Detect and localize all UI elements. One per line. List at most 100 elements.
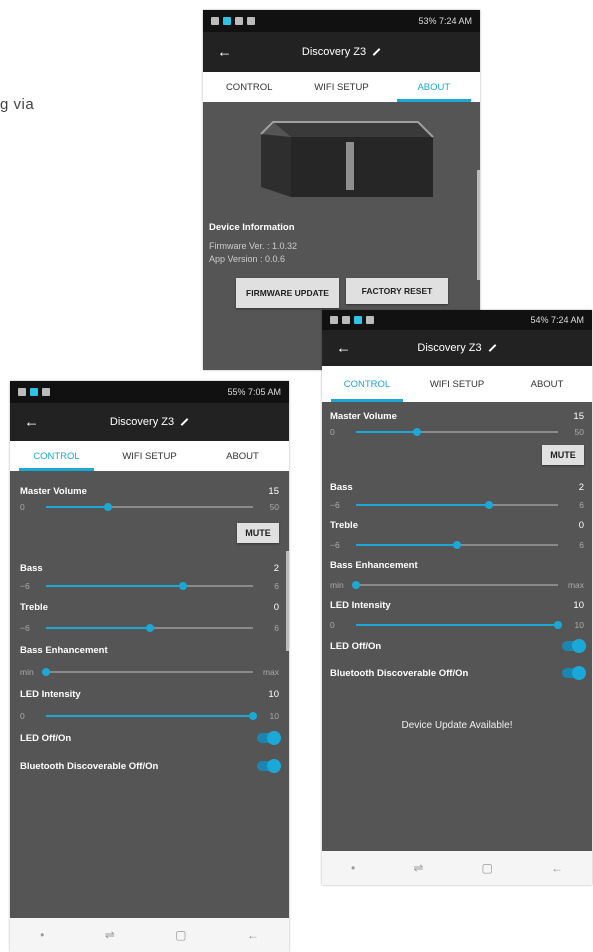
bt-toggle-label: Bluetooth Discoverable Off/On xyxy=(20,760,159,772)
factory-reset-button[interactable]: FACTORY RESET xyxy=(346,278,448,304)
led-intensity-label: LED Intensity xyxy=(20,688,81,700)
treble-value: 0 xyxy=(273,601,279,613)
tab-wifi-setup[interactable]: WIFI SETUP xyxy=(295,72,387,102)
recents-icon[interactable]: ⇌ xyxy=(105,928,115,942)
firmware-update-button[interactable]: FIRMWARE UPDATE xyxy=(236,278,339,308)
slider-thumb[interactable] xyxy=(42,668,50,676)
battery-time: 54% 7:24 AM xyxy=(530,315,584,325)
treble-slider[interactable]: −6 6 xyxy=(20,621,279,635)
treble-label: Treble xyxy=(20,601,48,613)
bluetooth-toggle[interactable] xyxy=(257,759,281,773)
slider-thumb[interactable] xyxy=(178,582,187,590)
arrow-left-icon[interactable]: ← xyxy=(24,414,39,431)
background-caption: g via xyxy=(0,96,35,113)
treble-label: Treble xyxy=(330,519,358,531)
led-toggle-label: LED Off/On xyxy=(20,732,72,744)
tab-bar: CONTROL WIFI SETUP ABOUT xyxy=(322,366,592,402)
tab-about[interactable]: ABOUT xyxy=(502,366,592,402)
bass-label: Bass xyxy=(330,481,353,493)
bass-enhancement-label: Bass Enhancement xyxy=(330,559,418,571)
bt-toggle-label: Bluetooth Discoverable Off/On xyxy=(330,667,469,679)
notification-icon xyxy=(366,316,374,324)
status-bar: 54% 7:24 AM xyxy=(322,310,592,330)
treble-slider[interactable]: −6 6 xyxy=(330,538,584,552)
update-notice[interactable]: Device Update Available! xyxy=(330,720,584,731)
tab-control[interactable]: CONTROL xyxy=(10,441,103,471)
slider-thumb[interactable] xyxy=(412,428,421,436)
control-panel: Master Volume 15 0 50 MUTE Bass 2 −6 6 Tre… xyxy=(10,471,289,779)
slider-thumb[interactable] xyxy=(453,541,461,549)
bass-enhancement-slider[interactable]: min max xyxy=(330,578,584,592)
dot-icon[interactable]: • xyxy=(351,861,355,875)
app-bar: ← Discovery Z3 xyxy=(322,330,592,366)
notification-icon xyxy=(211,17,219,25)
arrow-left-icon[interactable]: ← xyxy=(336,340,351,357)
battery-time: 53% 7:24 AM xyxy=(418,16,472,26)
slider-thumb[interactable] xyxy=(485,501,494,509)
bass-enhancement-slider[interactable]: min max xyxy=(20,665,279,679)
phone-control-left: 55% 7:05 AM ← Discovery Z3 CONTROL WIFI … xyxy=(10,381,289,952)
recents-icon[interactable]: ⇌ xyxy=(413,861,423,875)
back-icon[interactable]: ← xyxy=(551,861,563,875)
slider-thumb[interactable] xyxy=(352,581,360,589)
slider-thumb[interactable] xyxy=(249,712,257,720)
treble-value: 0 xyxy=(578,519,584,531)
dot-icon[interactable]: • xyxy=(40,928,44,942)
mute-button[interactable]: MUTE xyxy=(237,523,279,543)
tab-bar: CONTROL WIFI SETUP ABOUT xyxy=(10,441,289,471)
led-intensity-slider[interactable]: 0 10 xyxy=(330,618,584,632)
tab-control[interactable]: CONTROL xyxy=(203,72,295,102)
led-toggle[interactable] xyxy=(257,731,281,745)
notification-icon xyxy=(235,17,243,25)
slider-thumb[interactable] xyxy=(104,503,113,511)
led-toggle[interactable] xyxy=(562,639,586,653)
pencil-icon[interactable] xyxy=(488,344,496,352)
battery-time: 55% 7:05 AM xyxy=(227,387,281,397)
app-version: App Version : 0.0.6 xyxy=(209,254,286,264)
app-bar: ← Discovery Z3 xyxy=(10,403,289,441)
home-icon[interactable]: ▢ xyxy=(175,928,186,942)
status-bar: 53% 7:24 AM xyxy=(203,10,480,32)
scrollbar[interactable] xyxy=(286,551,289,651)
pencil-icon[interactable] xyxy=(372,48,381,56)
app-icon xyxy=(354,316,362,324)
app-title: Discovery Z3 xyxy=(109,416,175,428)
led-intensity-value: 10 xyxy=(573,599,584,611)
app-title: Discovery Z3 xyxy=(301,46,367,58)
nav-bar: • ⇌ ▢ ← xyxy=(322,851,592,885)
slider-thumb[interactable] xyxy=(145,624,154,632)
device-info-heading: Device Information xyxy=(209,222,295,233)
tab-wifi-setup[interactable]: WIFI SETUP xyxy=(412,366,502,402)
arrow-left-icon[interactable]: ← xyxy=(217,44,232,61)
master-volume-label: Master Volume xyxy=(20,485,87,497)
bluetooth-toggle[interactable] xyxy=(562,666,586,680)
tab-control[interactable]: CONTROL xyxy=(322,366,412,402)
led-intensity-slider[interactable]: 0 10 xyxy=(20,709,279,723)
app-title: Discovery Z3 xyxy=(417,342,482,354)
notification-icon xyxy=(42,388,50,396)
back-icon[interactable]: ← xyxy=(247,928,259,942)
bass-enhancement-label: Bass Enhancement xyxy=(20,644,108,656)
tab-about[interactable]: ABOUT xyxy=(196,441,289,471)
phone-control-right: 54% 7:24 AM ← Discovery Z3 CONTROL WIFI … xyxy=(322,310,592,885)
bass-slider[interactable]: −6 6 xyxy=(20,579,279,593)
master-volume-value: 15 xyxy=(268,485,279,497)
master-volume-slider[interactable]: 0 50 xyxy=(330,424,584,440)
master-volume-slider[interactable]: 0 50 xyxy=(20,499,279,515)
tab-about[interactable]: ABOUT xyxy=(388,72,480,102)
app-icon xyxy=(223,17,231,25)
tab-wifi-setup[interactable]: WIFI SETUP xyxy=(103,441,196,471)
slider-thumb[interactable] xyxy=(554,621,562,629)
app-bar: ← Discovery Z3 xyxy=(203,32,480,72)
notification-icon xyxy=(330,316,338,324)
scrollbar[interactable] xyxy=(477,170,480,280)
app-icon xyxy=(30,388,38,396)
notification-icon xyxy=(247,17,255,25)
home-icon[interactable]: ▢ xyxy=(482,861,493,875)
bass-slider[interactable]: −6 6 xyxy=(330,498,584,512)
led-intensity-label: LED Intensity xyxy=(330,599,391,611)
status-bar: 55% 7:05 AM xyxy=(10,381,289,403)
pencil-icon[interactable] xyxy=(180,418,189,426)
mute-button[interactable]: MUTE xyxy=(542,445,584,465)
led-toggle-label: LED Off/On xyxy=(330,640,382,652)
